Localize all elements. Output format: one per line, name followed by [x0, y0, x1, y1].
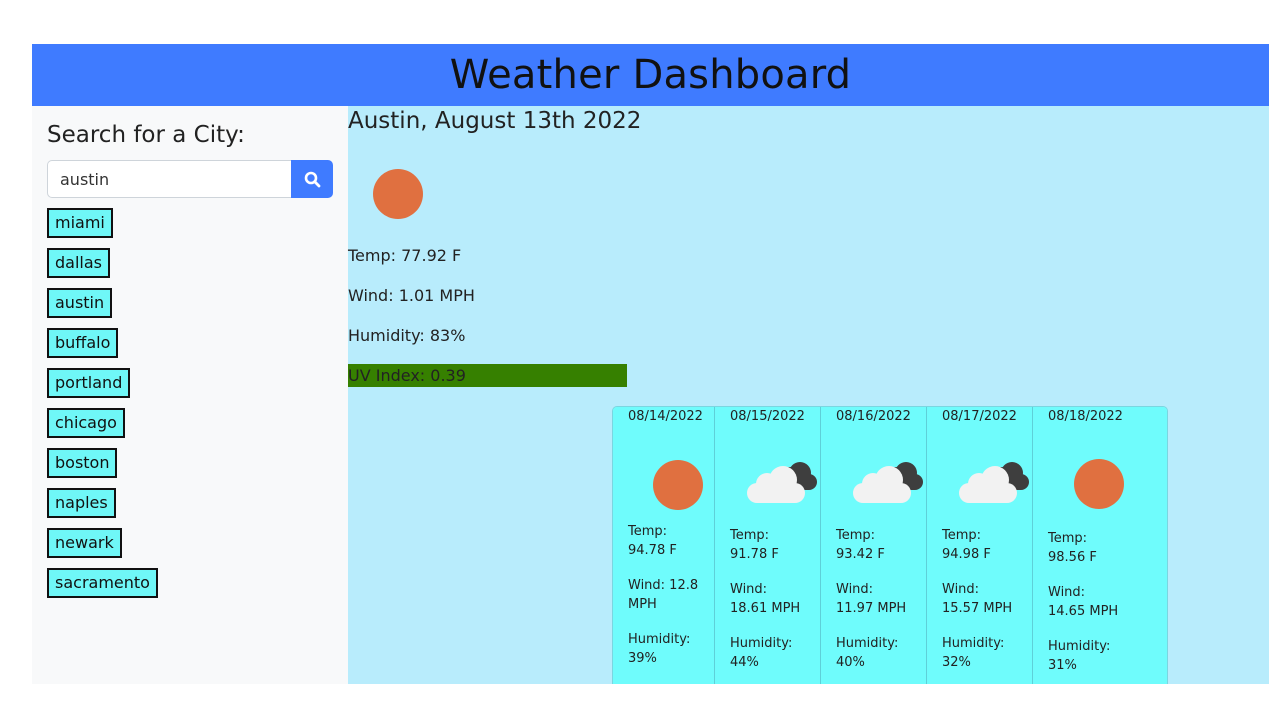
history-button-dallas[interactable]: dallas [47, 248, 110, 278]
search-icon [304, 171, 320, 187]
five-day-forecast: 08/14/2022 Temp: 94.78 F Wind: 12.8 MPH … [612, 406, 1168, 684]
forecast-card: 08/18/2022 Temp: 98.56 F Wind: 14.65 MPH… [1033, 407, 1167, 684]
forecast-wind: 14.65 MPH [1048, 604, 1119, 619]
forecast-wind: 15.57 MPH [942, 601, 1013, 616]
forecast-wind: 18.61 MPH [730, 601, 801, 616]
forecast-humidity-label: Humidity: [730, 636, 793, 651]
history-button-austin[interactable]: austin [47, 288, 113, 318]
search-history: miami dallas austin buffalo portland chi… [47, 208, 158, 608]
cloudy-icon [959, 462, 1029, 503]
uv-index: UV Index: 0.39 [348, 364, 627, 387]
forecast-temp: 94.78 F [628, 543, 677, 558]
forecast-temp: 93.42 F [836, 547, 885, 562]
search-input[interactable] [47, 160, 291, 198]
forecast-temp: 98.56 F [1048, 550, 1097, 565]
forecast-humidity-label: Humidity: [942, 636, 1005, 651]
history-button-boston[interactable]: boston [47, 448, 118, 478]
current-temp: Temp: 77.92 F [348, 246, 462, 265]
forecast-humidity: 39% [628, 651, 657, 666]
history-button-miami[interactable]: miami [47, 208, 113, 238]
sun-icon [1074, 459, 1124, 509]
forecast-date: 08/16/2022 [836, 409, 911, 424]
forecast-temp-label: Temp: [628, 524, 668, 539]
forecast-date: 08/18/2022 [1048, 409, 1123, 424]
forecast-wind-label: Wind: 12.8 [628, 578, 699, 593]
forecast-wind-label: Wind: [836, 582, 874, 597]
forecast-temp: 94.98 F [942, 547, 991, 562]
forecast-humidity: 32% [942, 655, 971, 670]
current-wind: Wind: 1.01 MPH [348, 286, 475, 305]
history-button-newark[interactable]: newark [47, 528, 122, 558]
history-button-portland[interactable]: portland [47, 368, 131, 398]
page-title: Weather Dashboard [449, 52, 852, 98]
forecast-date: 08/17/2022 [942, 409, 1017, 424]
current-city-date: Austin, August 13th 2022 [348, 108, 642, 134]
search-heading: Search for a City: [47, 122, 245, 148]
forecast-temp-label: Temp: [836, 528, 876, 543]
sun-icon [373, 169, 423, 219]
forecast-humidity-label: Humidity: [628, 632, 691, 647]
forecast-date: 08/15/2022 [730, 409, 805, 424]
app-window: Weather Dashboard Search for a City: mia… [32, 44, 1269, 684]
current-humidity: Humidity: 83% [348, 326, 466, 345]
sun-icon [653, 460, 703, 510]
forecast-wind-label: Wind: [942, 582, 980, 597]
forecast-wind-label: Wind: [1048, 585, 1086, 600]
forecast-card: 08/14/2022 Temp: 94.78 F Wind: 12.8 MPH … [613, 407, 715, 684]
forecast-temp-label: Temp: [730, 528, 770, 543]
sidebar: Search for a City: miami dallas austin b… [32, 106, 348, 684]
forecast-card: 08/16/2022 Temp: 93.42 F Wind: 11.97 MPH… [821, 407, 927, 684]
cloudy-icon [747, 462, 817, 503]
history-button-sacramento[interactable]: sacramento [47, 568, 158, 598]
forecast-date: 08/14/2022 [628, 409, 703, 424]
forecast-temp-label: Temp: [1048, 531, 1088, 546]
forecast-temp-label: Temp: [942, 528, 982, 543]
cloudy-icon [853, 462, 923, 503]
current-weather-panel: Austin, August 13th 2022 Temp: 77.92 F W… [348, 106, 1269, 684]
page-header: Weather Dashboard [32, 44, 1269, 106]
forecast-wind: 11.97 MPH [836, 601, 907, 616]
history-button-chicago[interactable]: chicago [47, 408, 125, 438]
forecast-wind-label: Wind: [730, 582, 768, 597]
forecast-temp: 91.78 F [730, 547, 779, 562]
forecast-card: 08/17/2022 Temp: 94.98 F Wind: 15.57 MPH… [927, 407, 1033, 684]
forecast-wind: MPH [628, 597, 657, 612]
forecast-humidity: 40% [836, 655, 865, 670]
forecast-card: 08/15/2022 Temp: 91.78 F Wind: 18.61 MPH… [715, 407, 821, 684]
forecast-humidity: 44% [730, 655, 759, 670]
history-button-naples[interactable]: naples [47, 488, 116, 518]
forecast-humidity-label: Humidity: [1048, 639, 1111, 654]
forecast-humidity: 31% [1048, 658, 1077, 673]
history-button-buffalo[interactable]: buffalo [47, 328, 119, 358]
search-button[interactable] [291, 160, 333, 198]
search-bar [47, 160, 333, 198]
forecast-humidity-label: Humidity: [836, 636, 899, 651]
